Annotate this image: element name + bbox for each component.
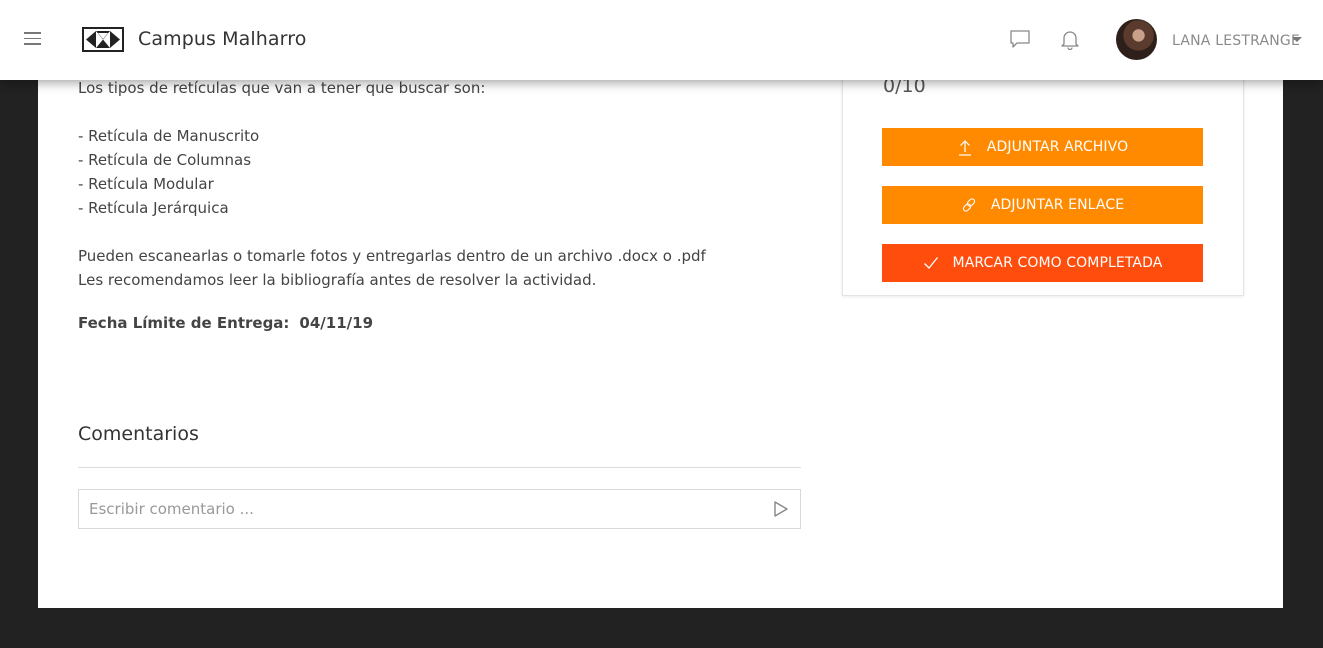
check-icon	[923, 257, 938, 269]
assignment-content: Los tipos de retículas que van a tener q…	[38, 0, 1283, 608]
attach-file-label: ADJUNTAR ARCHIVO	[986, 139, 1129, 155]
attach-link-label: ADJUNTAR ENLACE	[990, 197, 1125, 213]
divider	[78, 467, 801, 468]
campus-logo[interactable]	[82, 27, 124, 52]
top-bar: Campus Malharro LANA LESTRANGE	[0, 0, 1323, 80]
submission-panel: 0/10 ADJUNTAR ARCHIVO ADJUNTAR ENLACE MA…	[842, 60, 1244, 296]
attach-file-button[interactable]: ADJUNTAR ARCHIVO	[882, 128, 1203, 166]
comment-input[interactable]	[79, 490, 759, 528]
user-name[interactable]: LANA LESTRANGE	[1172, 33, 1300, 49]
upload-icon	[958, 140, 971, 156]
grid-type-item: - Retícula Modular	[78, 175, 214, 193]
instructions-line: Les recomendamos leer la bibliografía an…	[78, 271, 597, 289]
send-icon[interactable]	[772, 500, 790, 518]
grid-type-item: - Retícula de Columnas	[78, 151, 252, 169]
link-icon	[962, 198, 975, 212]
grid-type-item: - Retícula Jerárquica	[78, 199, 229, 217]
caret-down-icon[interactable]	[1292, 37, 1302, 42]
instructions-line: Pueden escanearlas o tomarle fotos y ent…	[78, 247, 706, 265]
app-title: Campus Malharro	[138, 28, 307, 50]
mark-complete-button[interactable]: MARCAR COMO COMPLETADA	[882, 244, 1203, 282]
comments-title: Comentarios	[78, 423, 199, 445]
comment-box	[78, 489, 801, 529]
deadline: Fecha Límite de Entrega: 04/11/19	[78, 314, 373, 332]
attach-link-button[interactable]: ADJUNTAR ENLACE	[882, 186, 1203, 224]
deadline-value: 04/11/19	[299, 314, 374, 332]
avatar[interactable]	[1116, 19, 1157, 60]
bell-icon[interactable]	[1059, 28, 1081, 51]
chat-icon[interactable]	[1009, 28, 1031, 50]
grid-type-item: - Retícula de Manuscrito	[78, 127, 260, 145]
deadline-label: Fecha Límite de Entrega:	[78, 314, 290, 332]
mark-complete-label: MARCAR COMO COMPLETADA	[952, 255, 1163, 271]
menu-icon[interactable]	[24, 32, 41, 46]
